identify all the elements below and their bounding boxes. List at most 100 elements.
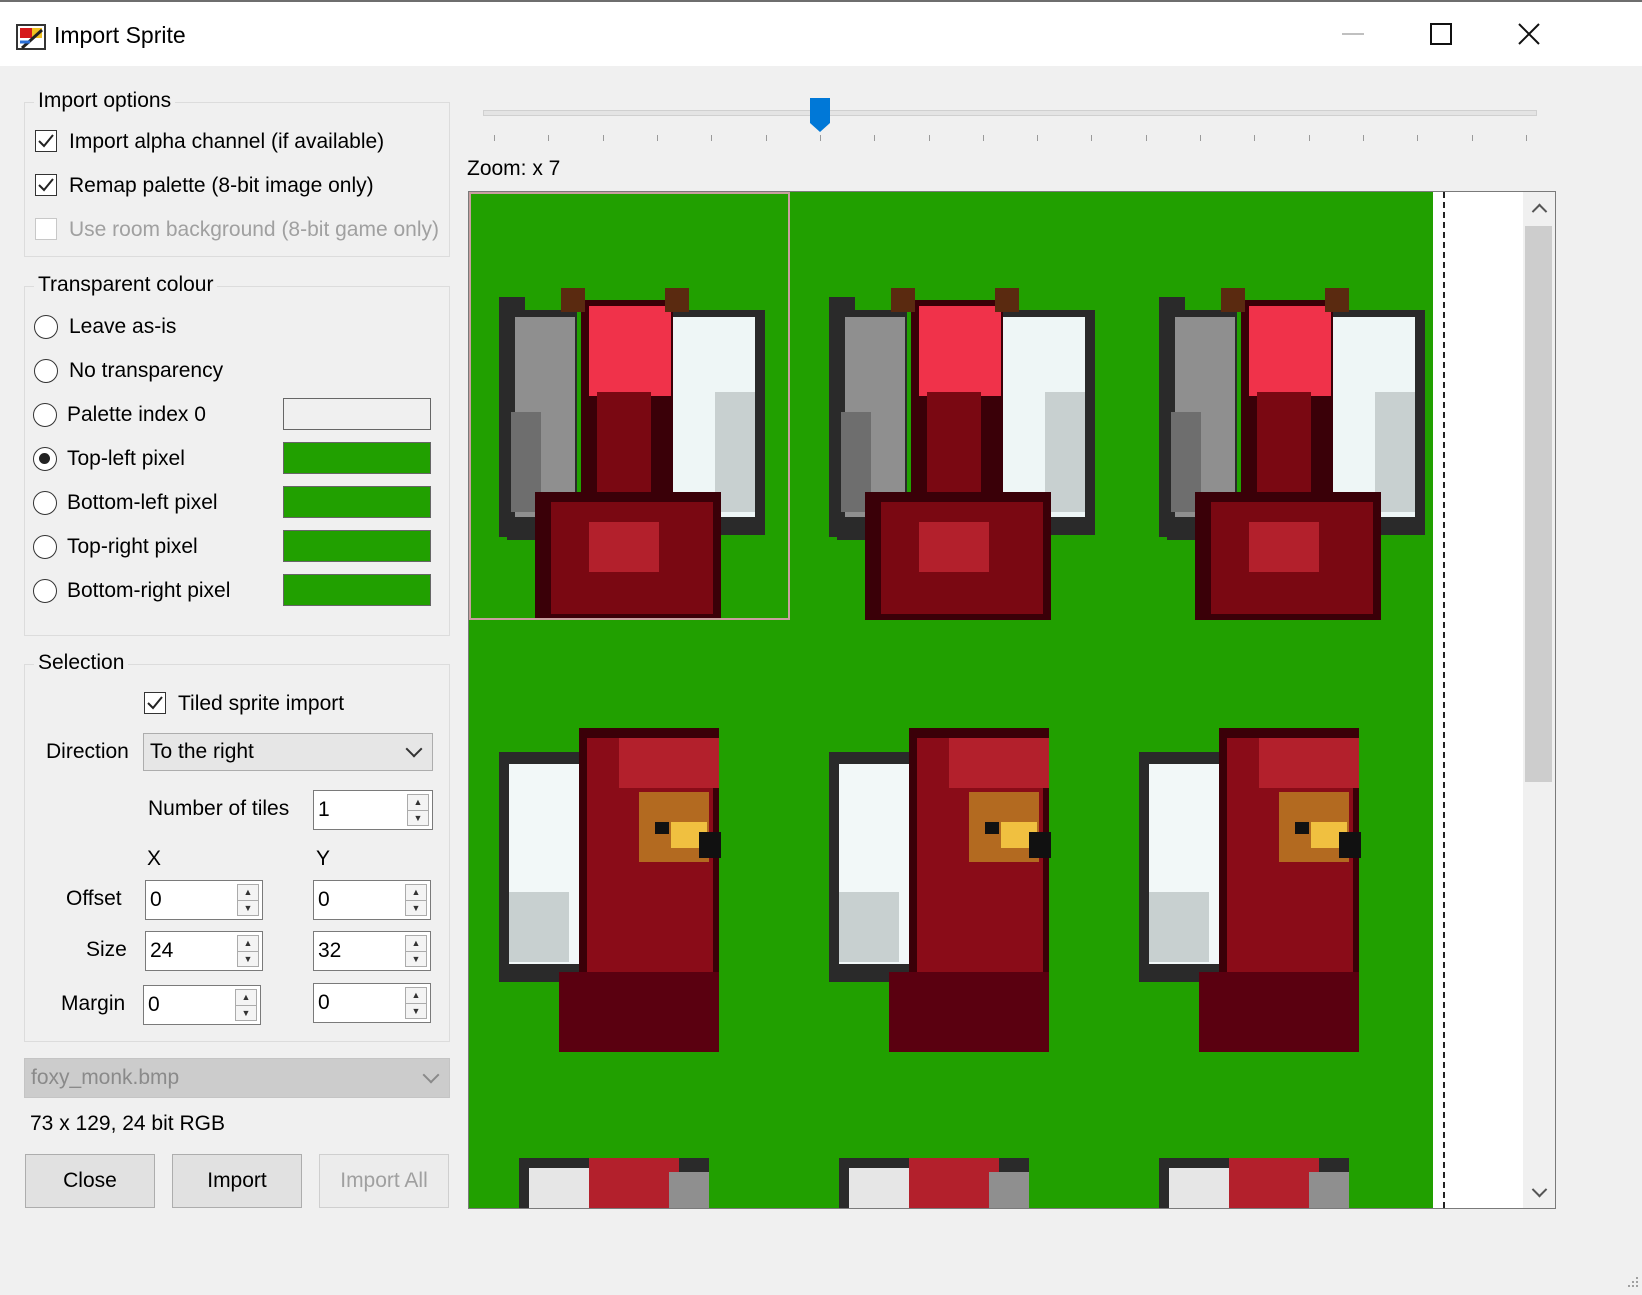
import-alpha-checkbox[interactable]: [35, 130, 57, 152]
offset-y-value: 0: [318, 888, 330, 911]
spin-up-icon[interactable]: ▲: [238, 936, 258, 951]
minimize-button[interactable]: [1308, 2, 1398, 66]
size-x-value: 24: [150, 939, 174, 962]
bottom-right-pixel-swatch: [283, 574, 431, 606]
checkmark-icon: [147, 696, 163, 710]
slider-tick: [494, 135, 495, 141]
leave-as-is-label[interactable]: Leave as-is: [69, 315, 176, 339]
radio-top-left-pixel[interactable]: [33, 447, 57, 471]
spin-down-icon[interactable]: ▼: [408, 809, 428, 826]
zoom-slider-thumb[interactable]: [809, 97, 831, 133]
radio-top-right-pixel[interactable]: [33, 535, 57, 559]
offset-label: Offset: [66, 887, 122, 910]
spin-down-icon[interactable]: ▼: [406, 950, 426, 967]
slider-tick: [602, 135, 604, 141]
remap-palette-label[interactable]: Remap palette (8-bit image only): [69, 174, 374, 198]
chevron-down-icon: [405, 740, 423, 758]
radio-palette-index-0[interactable]: [33, 403, 57, 427]
no-transparency-label[interactable]: No transparency: [69, 359, 223, 383]
slider-tick: [548, 135, 550, 141]
palette-index-0-label[interactable]: Palette index 0: [67, 403, 206, 427]
checkmark-icon: [38, 178, 54, 192]
radio-bottom-right-pixel[interactable]: [33, 579, 57, 603]
minimize-icon: [1342, 33, 1364, 35]
number-of-tiles-value: 1: [318, 798, 330, 821]
offset-x-spinbox[interactable]: 0 ▲ ▼: [145, 880, 263, 920]
number-of-tiles-spinbox[interactable]: 1 ▲ ▼: [313, 790, 433, 830]
margin-x-value: 0: [148, 993, 160, 1016]
transparent-colour-title: Transparent colour: [34, 273, 218, 297]
scroll-up-button[interactable]: [1523, 192, 1555, 224]
slider-tick: [1526, 135, 1527, 141]
spin-down-icon[interactable]: ▼: [238, 899, 258, 916]
tiled-import-label[interactable]: Tiled sprite import: [178, 692, 344, 716]
bottom-right-pixel-label[interactable]: Bottom-right pixel: [67, 579, 230, 603]
maximize-icon: [1430, 23, 1452, 45]
checkmark-icon: [38, 134, 54, 148]
spin-up-icon[interactable]: ▲: [238, 885, 258, 900]
close-window-button[interactable]: [1484, 2, 1574, 66]
size-x-spinbox[interactable]: 24 ▲ ▼: [145, 931, 263, 971]
spin-down-icon[interactable]: ▼: [238, 950, 258, 967]
direction-value: To the right: [150, 740, 254, 763]
window-title: Import Sprite: [54, 22, 186, 48]
import-button[interactable]: Import: [172, 1154, 302, 1208]
spin-down-icon[interactable]: ▼: [236, 1004, 256, 1021]
spin-up-icon[interactable]: ▲: [406, 936, 426, 951]
zoom-label: Zoom: x 7: [467, 157, 561, 180]
spin-down-icon[interactable]: ▼: [406, 899, 426, 916]
x-column-header: X: [147, 847, 162, 870]
chevron-up-icon: [1531, 203, 1547, 219]
slider-tick: [928, 135, 930, 141]
slider-tick: [1254, 135, 1256, 141]
close-button[interactable]: Close: [25, 1154, 155, 1208]
import-sprite-dialog: Import Sprite Import options Import alph…: [0, 0, 1642, 1295]
sprite-canvas[interactable]: [469, 192, 1433, 1208]
close-icon: [1518, 23, 1540, 45]
remap-palette-checkbox[interactable]: [35, 174, 57, 196]
scroll-down-button[interactable]: [1523, 1176, 1555, 1208]
margin-x-spinbox[interactable]: 0 ▲ ▼: [143, 985, 261, 1025]
spin-down-icon[interactable]: ▼: [406, 1002, 426, 1019]
size-y-value: 32: [318, 939, 342, 962]
maximize-button[interactable]: [1396, 2, 1486, 66]
margin-label: Margin: [61, 992, 126, 1015]
radio-bottom-left-pixel[interactable]: [33, 491, 57, 515]
resize-grip-icon[interactable]: [1622, 1275, 1640, 1293]
selection-title: Selection: [34, 651, 129, 675]
tiled-import-checkbox[interactable]: [144, 692, 166, 714]
slider-tick: [656, 135, 658, 141]
room-background-label: Use room background (8-bit game only): [69, 218, 440, 241]
spin-up-icon[interactable]: ▲: [406, 988, 426, 1003]
palette-index-0-swatch: [283, 398, 431, 430]
size-y-spinbox[interactable]: 32 ▲ ▼: [313, 931, 431, 971]
top-left-pixel-label[interactable]: Top-left pixel: [67, 447, 185, 471]
title-bar[interactable]: Import Sprite: [0, 2, 1642, 66]
spin-up-icon[interactable]: ▲: [408, 795, 428, 810]
top-right-pixel-swatch: [283, 530, 431, 562]
import-all-button: Import All: [319, 1154, 449, 1208]
top-right-pixel-label[interactable]: Top-right pixel: [67, 535, 198, 559]
y-column-header: Y: [316, 847, 331, 870]
spin-up-icon[interactable]: ▲: [406, 885, 426, 900]
slider-tick: [819, 135, 821, 141]
scrollbar-thumb[interactable]: [1525, 226, 1552, 782]
top-left-pixel-swatch: [283, 442, 431, 474]
slider-tick: [1037, 135, 1039, 141]
direction-select[interactable]: To the right: [143, 733, 433, 771]
slider-tick: [1145, 135, 1147, 141]
margin-y-spinbox[interactable]: 0 ▲ ▼: [313, 983, 431, 1023]
preview-vertical-scrollbar[interactable]: [1523, 192, 1555, 1208]
offset-y-spinbox[interactable]: 0 ▲ ▼: [313, 880, 431, 920]
bottom-left-pixel-label[interactable]: Bottom-left pixel: [67, 491, 218, 515]
image-boundary-line: [1443, 192, 1445, 1208]
zoom-slider-track[interactable]: [483, 110, 1537, 116]
number-of-tiles-label: Number of tiles: [148, 797, 290, 820]
import-alpha-label[interactable]: Import alpha channel (if available): [69, 130, 384, 154]
sprite-preview[interactable]: [468, 191, 1556, 1209]
slider-tick: [874, 135, 876, 141]
chevron-down-icon: [1531, 1181, 1547, 1197]
spin-up-icon[interactable]: ▲: [236, 990, 256, 1005]
radio-leave-as-is[interactable]: [34, 315, 58, 339]
radio-no-transparency[interactable]: [34, 359, 58, 383]
